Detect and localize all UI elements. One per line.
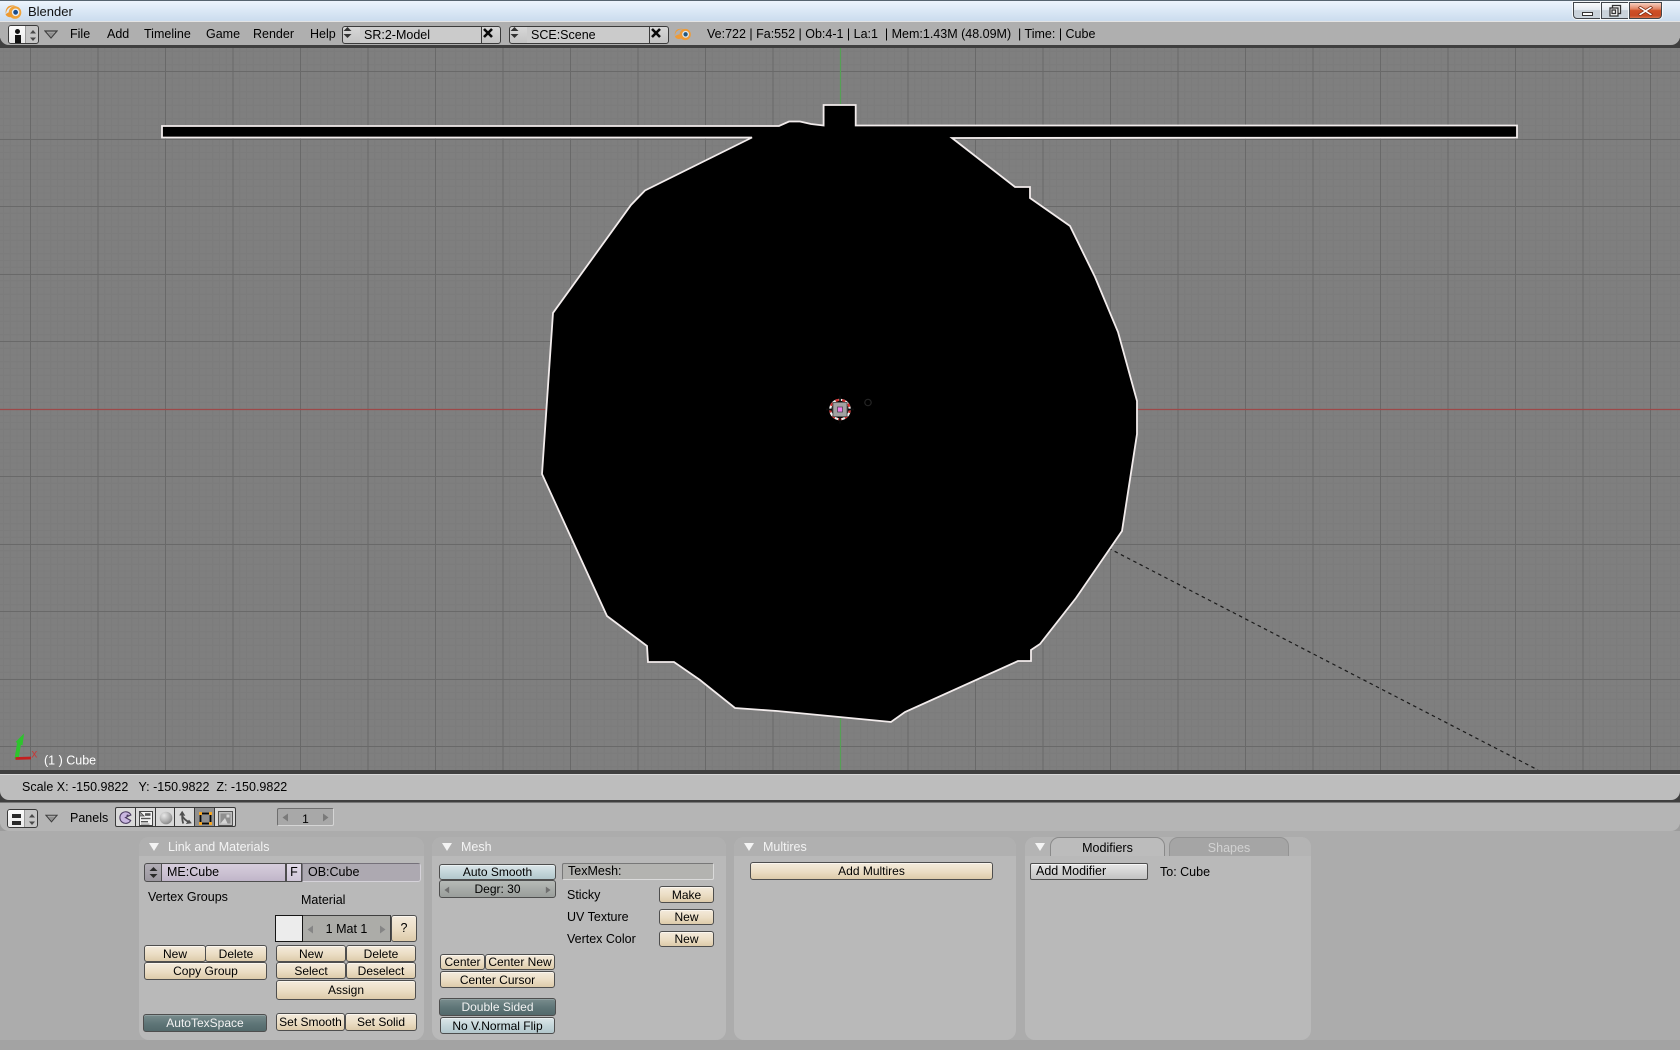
svg-text:(1 ) Cube: (1 ) Cube xyxy=(44,754,96,768)
svg-text:x: x xyxy=(32,749,38,761)
